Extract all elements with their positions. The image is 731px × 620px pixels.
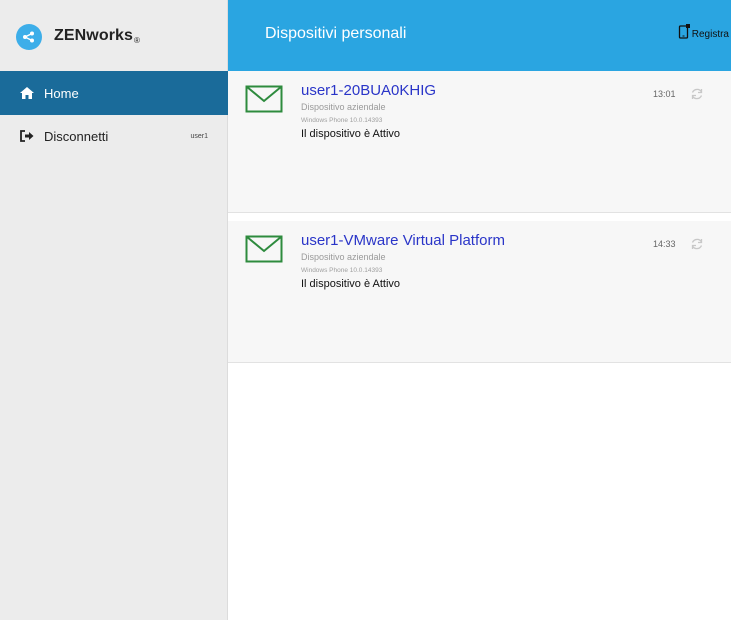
device-status: Il dispositivo è Attivo bbox=[301, 278, 401, 290]
device-time: 13:01 bbox=[653, 89, 676, 99]
device-os: Windows Phone 10.0.14393 bbox=[301, 267, 383, 274]
register-label: Registra bbox=[691, 28, 729, 40]
device-name[interactable]: user1-20BUA0KHIG bbox=[301, 82, 436, 99]
current-user-label: user1 bbox=[190, 132, 208, 140]
home-icon bbox=[18, 84, 36, 102]
device-card[interactable]: user1-20BUA0KHIG Dispositivo aziendale W… bbox=[228, 71, 731, 213]
device-name[interactable]: user1-VMware Virtual Platform bbox=[301, 232, 505, 249]
sign-out-icon bbox=[18, 127, 36, 145]
sync-icon[interactable] bbox=[690, 237, 704, 251]
brand-name: ZENworks® bbox=[54, 27, 140, 45]
sync-icon[interactable] bbox=[690, 87, 704, 101]
trademark-symbol: ® bbox=[134, 36, 141, 45]
sidebar-item-label: Disconnetti bbox=[44, 128, 109, 144]
zenworks-logo-icon bbox=[16, 24, 42, 50]
device-status: Il dispositivo è Attivo bbox=[301, 128, 401, 140]
brand-name-text: ZENworks bbox=[54, 27, 134, 44]
device-card[interactable]: user1-VMware Virtual Platform Dispositiv… bbox=[228, 221, 731, 363]
page-title: Dispositivi personali bbox=[265, 25, 407, 42]
sidebar-item-label: Home bbox=[44, 85, 79, 101]
sidebar: ZENworks® Home Disconnetti user1 bbox=[0, 0, 228, 620]
device-type: Dispositivo aziendale bbox=[301, 102, 386, 112]
register-button[interactable]: Registra bbox=[678, 24, 729, 44]
mail-icon bbox=[245, 235, 283, 263]
device-type: Dispositivo aziendale bbox=[301, 252, 386, 262]
sidebar-item-disconnetti[interactable]: Disconnetti user1 bbox=[0, 114, 228, 158]
device-register-icon bbox=[678, 24, 690, 44]
header: Dispositivi personali Registra bbox=[228, 0, 731, 71]
app-window: ZENworks® Home Disconnetti user1 Disposi… bbox=[0, 0, 731, 620]
brand: ZENworks® bbox=[0, 0, 228, 71]
device-os: Windows Phone 10.0.14393 bbox=[301, 117, 383, 124]
mail-icon bbox=[245, 85, 283, 113]
sidebar-item-home[interactable]: Home bbox=[0, 71, 228, 115]
device-time: 14:33 bbox=[653, 239, 676, 249]
